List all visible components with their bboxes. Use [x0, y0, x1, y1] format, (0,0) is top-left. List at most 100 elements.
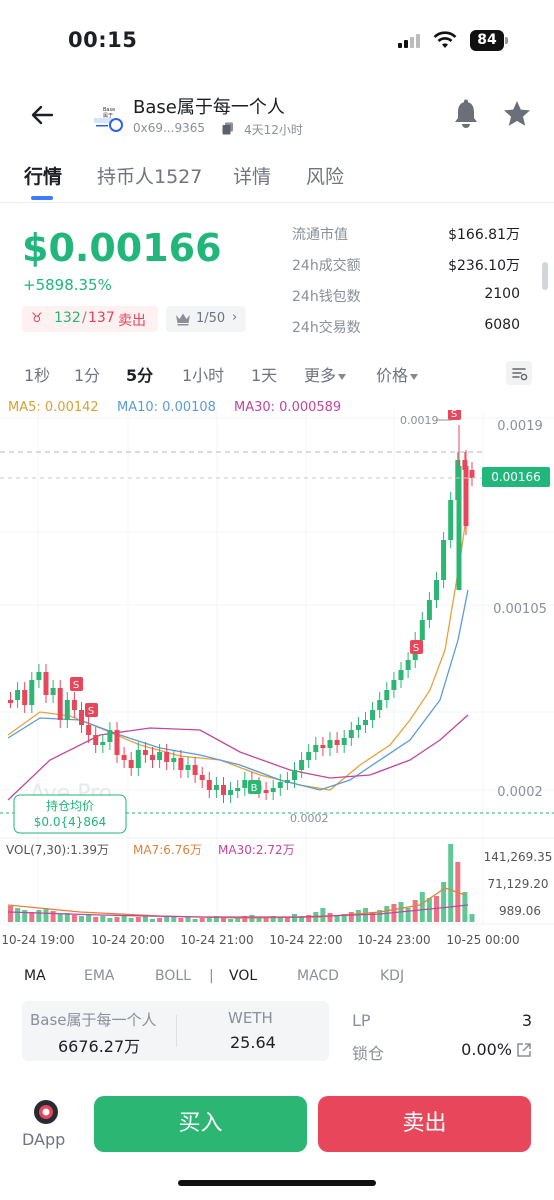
- battery-tip: [505, 37, 508, 44]
- candle: [355, 725, 361, 730]
- candlestick-chart[interactable]: Ave Pro SSBSS 0.00166 0.0019 0.00105 0.0…: [0, 410, 554, 960]
- tab-market[interactable]: 行情: [24, 162, 62, 189]
- volume-bar: [284, 918, 290, 922]
- timeframe-1m[interactable]: 1分: [74, 362, 100, 386]
- time-label: 10-24 23:00: [357, 933, 430, 947]
- buy-button[interactable]: 买入: [94, 1096, 307, 1152]
- signal-icon: [398, 34, 420, 48]
- scrollbar[interactable]: [542, 262, 548, 290]
- rank-chip[interactable]: 1/50 ›: [166, 306, 246, 332]
- candle: [171, 758, 177, 762]
- volume-bar: [199, 918, 205, 922]
- indicator-ma[interactable]: MA: [24, 968, 46, 984]
- indicator-boll[interactable]: BOLL: [155, 968, 191, 984]
- candle: [391, 680, 397, 690]
- timeframe-1s[interactable]: 1秒: [24, 362, 50, 386]
- pool-weth-value: 25.64: [230, 1033, 276, 1052]
- volume-bar: [150, 919, 155, 922]
- volume-bar: [114, 917, 120, 922]
- candle: [441, 540, 447, 580]
- indicator-ema[interactable]: EMA: [84, 968, 115, 984]
- bell-icon[interactable]: [452, 99, 480, 129]
- candle: [363, 720, 368, 725]
- trade-marker-label: S: [88, 706, 94, 717]
- candle: [206, 780, 212, 790]
- lp-label: LP: [352, 1011, 371, 1030]
- candle: [121, 755, 127, 760]
- timeframe-5m[interactable]: 5分: [126, 362, 153, 386]
- trade-marker-label: S: [413, 643, 419, 654]
- liquidity-pool-card: Base属于每一个人 6676.27万 WETH 25.64: [22, 1001, 329, 1061]
- indicator-kdj[interactable]: KDJ: [380, 968, 404, 984]
- candle: [448, 500, 454, 540]
- candle: [270, 788, 276, 792]
- status-time: 00:15: [68, 28, 138, 52]
- tx-count-chip[interactable]: ♉ 132 / 137 卖出: [22, 306, 158, 332]
- volume-bar: [419, 892, 425, 922]
- candle: [242, 780, 248, 788]
- dropdown-icon: [410, 373, 419, 380]
- volume-bar: [462, 892, 468, 922]
- volume-bar: [292, 914, 297, 922]
- volume-bar: [135, 917, 141, 922]
- sell-button[interactable]: 卖出: [318, 1096, 531, 1152]
- volume-bar: [192, 919, 198, 922]
- price-dropdown[interactable]: 价格: [376, 362, 419, 386]
- candle: [93, 735, 99, 745]
- candle: [22, 690, 28, 705]
- volume-bar: [320, 908, 326, 922]
- vol-legend: VOL(7,30):1.39万: [6, 843, 109, 857]
- tab-risk[interactable]: 风险: [306, 162, 344, 189]
- timeframe-1d[interactable]: 1天: [251, 362, 277, 386]
- candle: [292, 770, 297, 780]
- candle: [299, 760, 305, 770]
- external-link-icon[interactable]: [516, 1042, 532, 1058]
- stat-value: $166.81万: [448, 227, 520, 243]
- candle: [192, 765, 198, 775]
- stat-value: 2100: [484, 286, 520, 302]
- back-arrow-icon[interactable]: [28, 100, 58, 130]
- candle: [185, 765, 191, 770]
- copy-icon[interactable]: [222, 122, 234, 135]
- volume-bar: [164, 917, 170, 922]
- vol-ma7-line: [7, 887, 466, 919]
- more-dropdown[interactable]: 更多: [304, 362, 347, 386]
- candle: [456, 466, 462, 590]
- volume-bar: [355, 910, 361, 922]
- candle: [50, 688, 56, 695]
- candle: [29, 680, 35, 705]
- timeframe-1h[interactable]: 1小时: [182, 362, 224, 386]
- vol-axis-label: 71,129.20: [487, 877, 548, 891]
- dapp-label[interactable]: DApp: [22, 1130, 65, 1149]
- chart-settings-icon[interactable]: [506, 361, 532, 385]
- volume-bar: [22, 910, 28, 922]
- candle: [221, 785, 226, 795]
- indicator-macd[interactable]: MACD: [297, 968, 339, 984]
- buy-count: 132: [54, 310, 81, 326]
- stat-label: 24h钱包数: [292, 289, 361, 305]
- axis-label: 0.00105: [493, 602, 547, 617]
- volume-bar: [71, 915, 77, 922]
- star-icon[interactable]: [502, 99, 532, 129]
- pool-token-label: Base属于每一个人: [30, 1011, 157, 1029]
- wifi-icon: [433, 31, 457, 48]
- candle: [150, 755, 155, 760]
- token-address[interactable]: 0x69...9365: [133, 121, 205, 135]
- pool-weth-label: WETH: [228, 1009, 273, 1027]
- volume-bar: [157, 918, 163, 922]
- dropdown-icon: [338, 373, 347, 380]
- price-change: +5898.35%: [23, 276, 112, 294]
- volume-bar: [50, 911, 56, 922]
- volume-bar: [128, 918, 134, 922]
- volume-bar: [57, 914, 63, 922]
- dapp-icon[interactable]: [34, 1100, 58, 1124]
- candle: [348, 730, 354, 738]
- volume-bar: [263, 918, 269, 922]
- volume-bar: [348, 912, 354, 922]
- candle: [313, 745, 319, 752]
- tab-details[interactable]: 详情: [233, 162, 271, 189]
- vol-axis-label: 141,269.35: [484, 850, 553, 864]
- candle: [114, 730, 120, 755]
- tab-holders[interactable]: 持币人1527: [97, 162, 202, 189]
- indicator-vol[interactable]: VOL: [229, 968, 257, 984]
